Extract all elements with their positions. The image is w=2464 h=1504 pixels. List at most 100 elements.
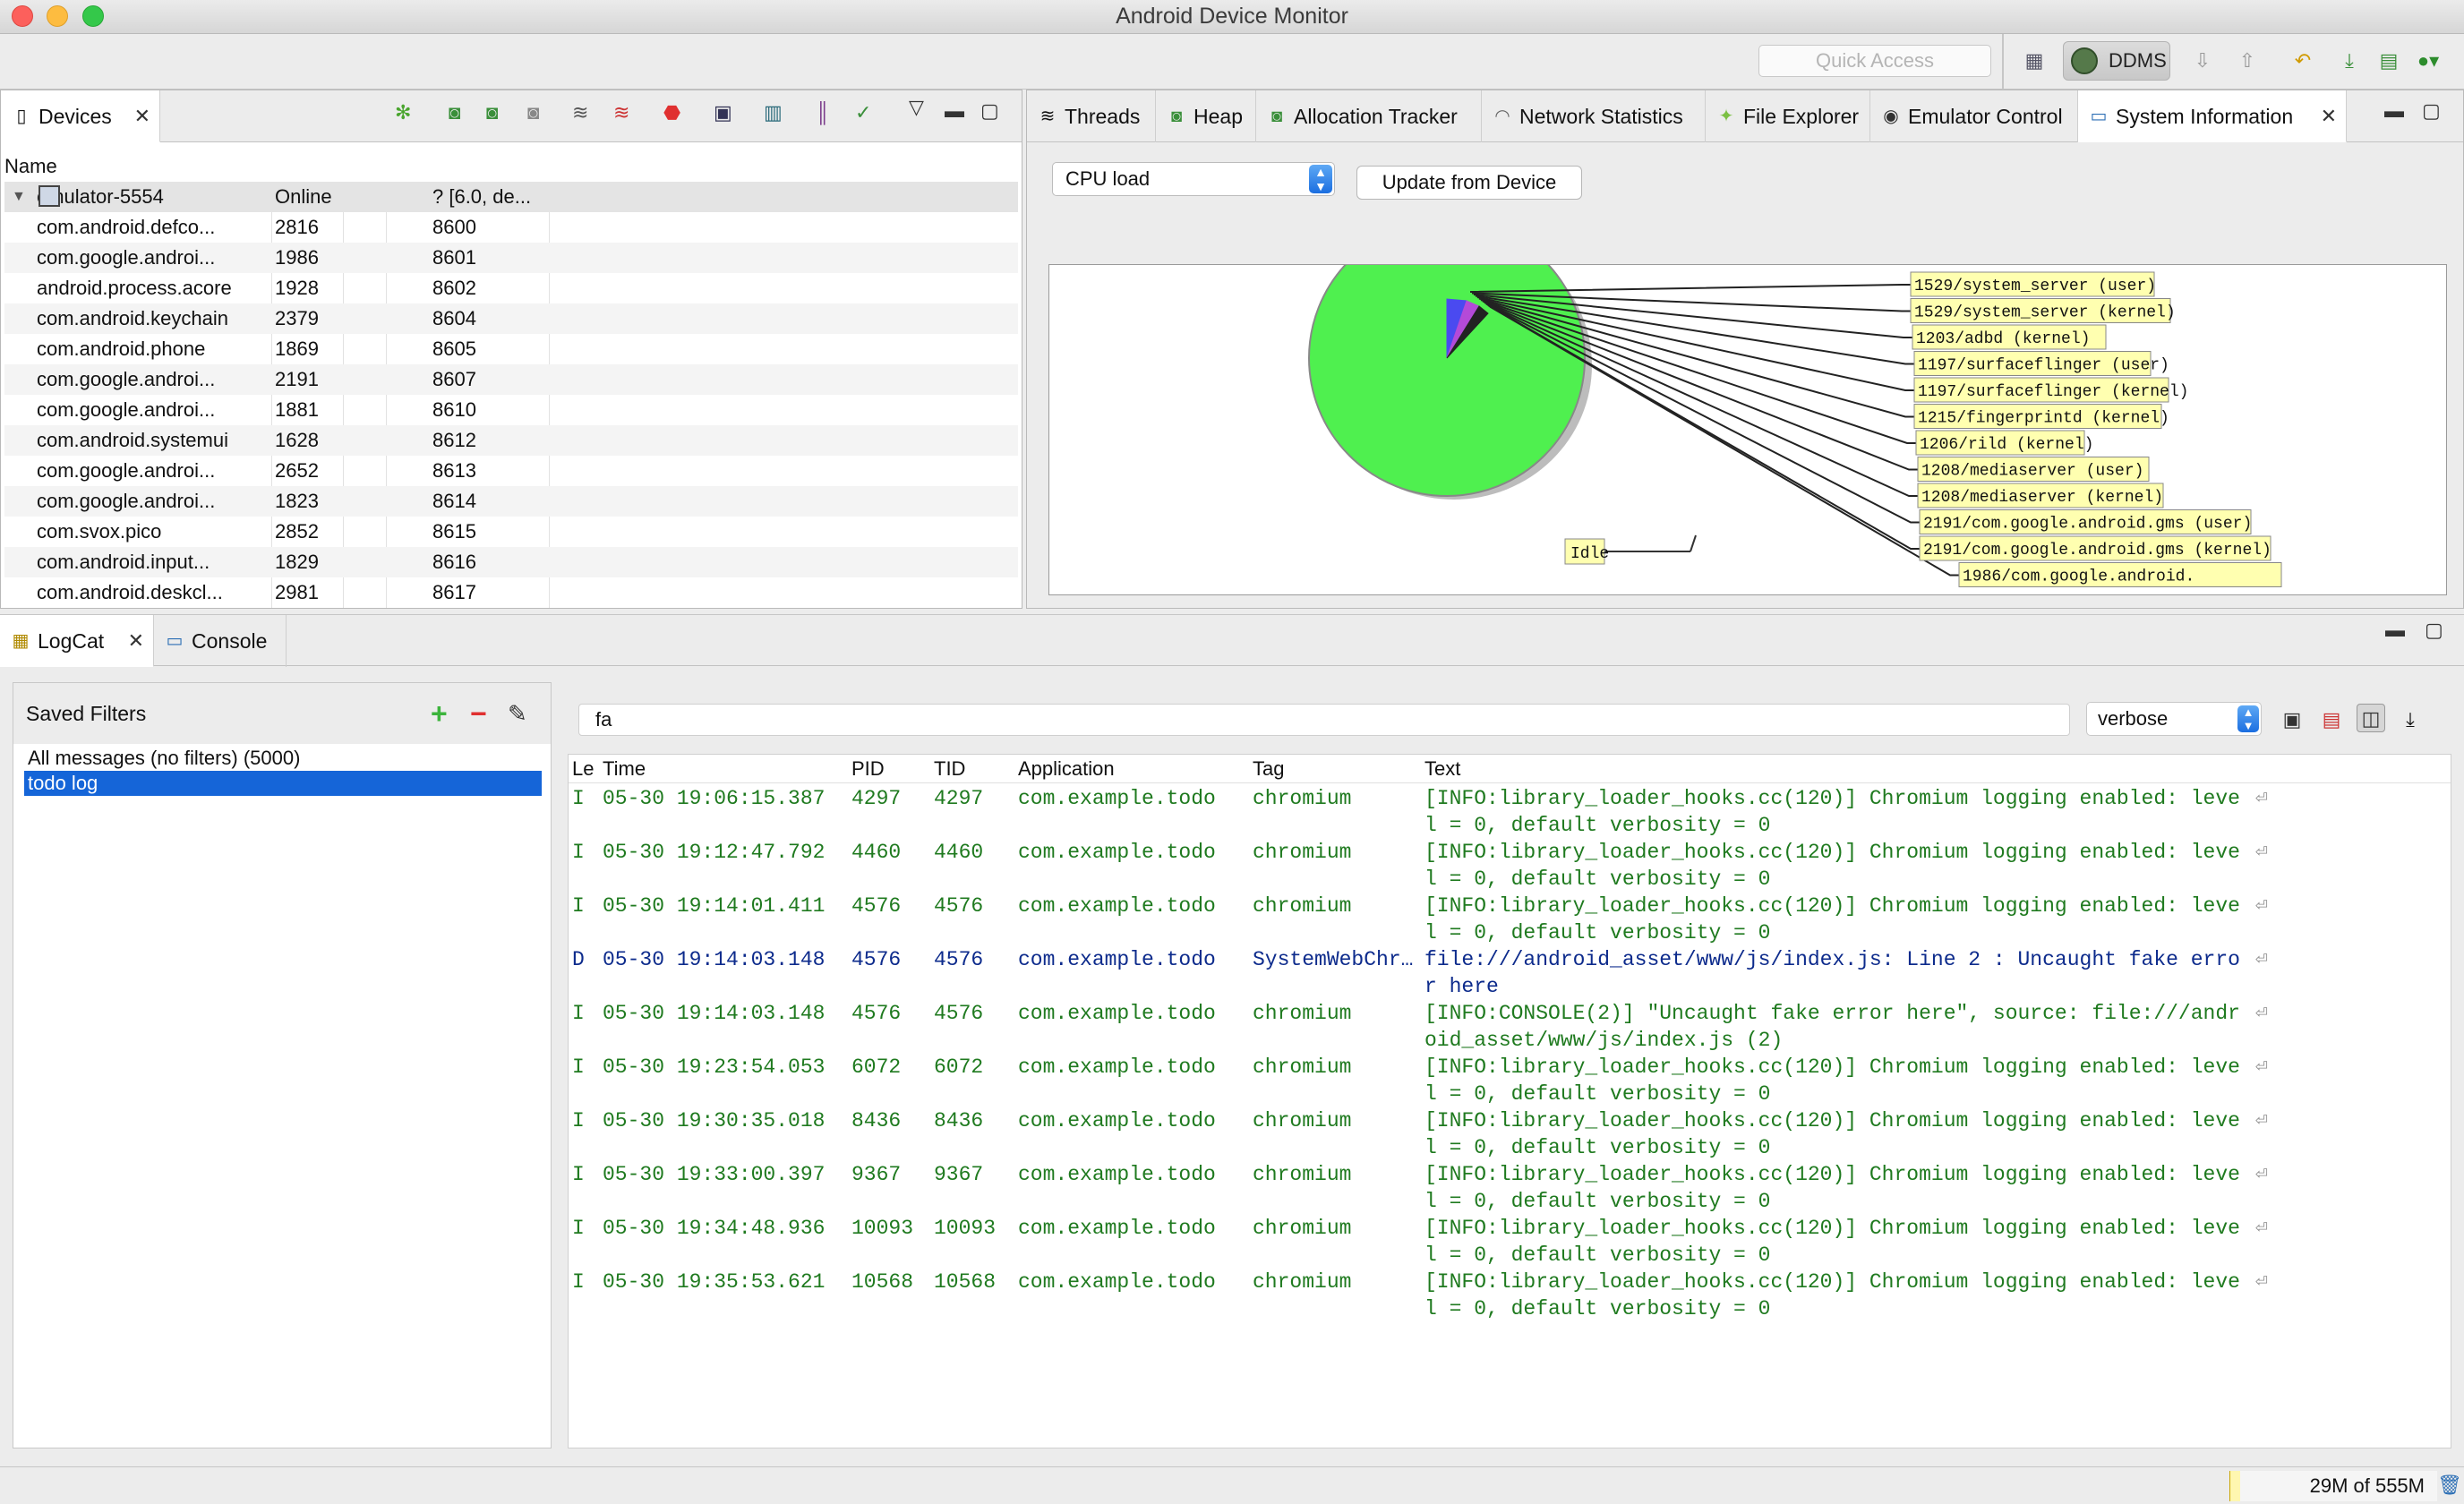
process-row[interactable]: com.android.deskcl... 2981 8617 bbox=[4, 577, 1018, 608]
tab-console[interactable]: ▭ Console bbox=[154, 615, 287, 667]
heap-status[interactable]: 29M of 555M bbox=[2229, 1471, 2437, 1501]
column-header-name[interactable]: Name bbox=[4, 151, 270, 182]
run-icon[interactable]: ●▾ bbox=[2414, 47, 2443, 75]
sysinfo-type-select[interactable]: CPU load ▲ ▼ bbox=[1052, 162, 1335, 196]
tab-heap[interactable]: ◙ Heap bbox=[1156, 90, 1256, 142]
log-row[interactable]: I 05-30 19:14:03.148 4576 4576 com.example.t… bbox=[569, 1000, 2451, 1054]
log-application: com.example.todo bbox=[1018, 1163, 1216, 1186]
log-level: I bbox=[572, 1109, 585, 1132]
minimize-panel-icon[interactable]: ▬ bbox=[945, 99, 964, 123]
column-header-text[interactable]: Text bbox=[1424, 755, 1460, 783]
tab-network-statistics[interactable]: ◠ Network Statistics bbox=[1482, 90, 1706, 142]
tab-logcat[interactable]: ▦ LogCat ✕ bbox=[0, 615, 154, 667]
process-row[interactable]: com.google.androi... 1881 8610 bbox=[4, 395, 1018, 425]
process-row[interactable]: com.svox.pico 2852 8615 bbox=[4, 517, 1018, 547]
tab-system-information[interactable]: ▭ System Information ✕ bbox=[2078, 90, 2347, 142]
log-row[interactable]: I 05-30 19:12:47.792 4460 4460 com.example.t… bbox=[569, 839, 2451, 893]
stop-process-icon[interactable]: ⬣ bbox=[663, 101, 680, 124]
column-header-application[interactable]: Application bbox=[1018, 755, 1115, 783]
column-header-tid[interactable]: TID bbox=[934, 755, 965, 783]
view-menu-icon[interactable]: ▽ bbox=[909, 96, 924, 119]
close-icon[interactable]: ✕ bbox=[128, 615, 144, 667]
trash-gc-icon[interactable]: 🗑 bbox=[2435, 1471, 2464, 1500]
log-table[interactable]: Le Time PID TID Application Tag Text I 05… bbox=[568, 754, 2451, 1448]
maximize-panel-icon[interactable]: ▢ bbox=[980, 99, 999, 123]
tab-file-explorer[interactable]: ✦ File Explorer bbox=[1706, 90, 1870, 142]
screen-capture-icon[interactable]: ▣ bbox=[714, 101, 732, 124]
log-row[interactable]: I 05-30 19:33:00.397 9367 9367 com.example.t… bbox=[569, 1161, 2451, 1215]
process-row[interactable]: com.android.keychain 2379 8604 bbox=[4, 303, 1018, 334]
log-application: com.example.todo bbox=[1018, 1109, 1216, 1132]
process-row[interactable]: com.google.androi... 1986 8601 bbox=[4, 243, 1018, 273]
tab-threads[interactable]: ≋ Threads bbox=[1027, 90, 1156, 142]
process-row[interactable]: com.android.systemui 1628 8612 bbox=[4, 425, 1018, 456]
log-level: I bbox=[572, 1002, 585, 1025]
log-row[interactable]: I 05-30 19:14:01.411 4576 4576 com.example.t… bbox=[569, 893, 2451, 946]
systrace-icon[interactable]: ║ bbox=[816, 101, 830, 124]
log-row[interactable]: I 05-30 19:23:54.053 6072 6072 com.example.t… bbox=[569, 1054, 2451, 1107]
device-row[interactable]: emulator-5554 ▼ Online ? [6.0, de... bbox=[4, 182, 1018, 212]
log-row[interactable]: I 05-30 19:30:35.018 8436 8436 com.example.t… bbox=[569, 1107, 2451, 1161]
column-header-pid[interactable]: PID bbox=[851, 755, 885, 783]
process-row[interactable]: com.android.defco... 2816 8600 bbox=[4, 212, 1018, 243]
tab-devices[interactable]: ▯ Devices ✕ bbox=[1, 90, 160, 142]
clear-log-icon[interactable]: ▤ bbox=[2317, 705, 2346, 734]
log-row[interactable]: D 05-30 19:14:03.148 4576 4576 com.example.t… bbox=[569, 946, 2451, 1000]
next-annotation-icon[interactable]: ⇩ bbox=[2188, 47, 2217, 75]
maximize-panel-icon[interactable]: ▢ bbox=[2422, 99, 2441, 123]
process-row[interactable]: com.google.androi... 2191 8607 bbox=[4, 364, 1018, 395]
phone-icon: ▯ bbox=[16, 107, 27, 126]
opengl-trace-icon[interactable]: ✓ bbox=[855, 101, 871, 124]
logcat-search-input[interactable]: fa bbox=[578, 704, 2070, 736]
tab-emulator-control[interactable]: ◉ Emulator Control bbox=[1870, 90, 2078, 142]
maximize-panel-icon[interactable]: ▢ bbox=[2425, 619, 2443, 642]
update-from-device-button[interactable]: Update from Device bbox=[1356, 166, 1582, 200]
add-filter-icon[interactable]: + bbox=[431, 683, 448, 744]
sdk-manager-icon[interactable]: ⤓ bbox=[2335, 47, 2364, 75]
ddms-perspective-button[interactable]: DDMS bbox=[2063, 41, 2170, 81]
wrap-icon: ⏎ bbox=[2255, 841, 2268, 864]
expand-triangle-icon[interactable]: ▼ bbox=[12, 182, 26, 212]
avd-manager-icon[interactable]: ▤ bbox=[2374, 47, 2403, 75]
idle-label: Idle bbox=[1570, 545, 1609, 563]
scroll-lock-icon[interactable]: ⤓ bbox=[2396, 705, 2425, 734]
process-name: com.google.androi... bbox=[37, 490, 216, 512]
column-header-time[interactable]: Time bbox=[603, 755, 646, 783]
devices-table[interactable]: Name emulator-5554 ▼ Online ? [6.0, de..… bbox=[4, 151, 1018, 608]
log-row[interactable]: I 05-30 19:34:48.936 10093 10093 com.example… bbox=[569, 1215, 2451, 1269]
debug-icon[interactable]: ✻ bbox=[395, 101, 411, 124]
log-row[interactable]: I 05-30 19:06:15.387 4297 4297 com.example.t… bbox=[569, 785, 2451, 839]
column-header-tag[interactable]: Tag bbox=[1253, 755, 1284, 783]
process-row[interactable]: com.google.androi... 1823 8614 bbox=[4, 486, 1018, 517]
wrap-icon: ⏎ bbox=[2255, 1002, 2268, 1025]
save-log-icon[interactable]: ▣ bbox=[2278, 705, 2306, 734]
process-row[interactable]: com.google.androi... 2652 8613 bbox=[4, 456, 1018, 486]
dump-view-hierarchy-icon[interactable]: ▥ bbox=[764, 101, 783, 124]
toggle-filters-icon[interactable]: ◫ bbox=[2357, 704, 2385, 732]
update-heap-icon[interactable]: ◙ bbox=[449, 101, 460, 124]
cause-gc-icon[interactable]: ◙ bbox=[527, 101, 539, 124]
process-row[interactable]: android.process.acore 1928 8602 bbox=[4, 273, 1018, 303]
filter-todo-log[interactable]: todo log bbox=[24, 771, 542, 796]
open-perspective-icon[interactable]: ▦ bbox=[2020, 47, 2049, 75]
dump-hprof-icon[interactable]: ◙ bbox=[486, 101, 498, 124]
remove-filter-icon[interactable]: − bbox=[470, 683, 487, 744]
back-arrow-icon[interactable]: ↶ bbox=[2289, 47, 2317, 75]
edit-filter-icon[interactable]: ✎ bbox=[508, 683, 527, 744]
quick-access-input[interactable]: Quick Access bbox=[1758, 45, 1991, 77]
tab-allocation-tracker[interactable]: ◙ Allocation Tracker bbox=[1256, 90, 1482, 142]
update-threads-icon[interactable]: ≋ bbox=[572, 101, 588, 124]
log-row[interactable]: I 05-30 19:35:53.621 10568 10568 com.example… bbox=[569, 1269, 2451, 1322]
column-header-level[interactable]: Le bbox=[572, 755, 594, 783]
minimize-panel-icon[interactable]: ▬ bbox=[2385, 619, 2405, 642]
close-icon[interactable]: ✕ bbox=[134, 90, 150, 142]
log-level-select[interactable]: verbose ▲ ▼ bbox=[2086, 702, 2262, 736]
log-pid: 4576 bbox=[851, 894, 902, 918]
previous-annotation-icon[interactable]: ⇧ bbox=[2233, 47, 2262, 75]
filter-all-messages[interactable]: All messages (no filters) (5000) bbox=[24, 746, 542, 771]
process-row[interactable]: com.android.phone 1869 8605 bbox=[4, 334, 1018, 364]
method-profiling-icon[interactable]: ≋ bbox=[613, 101, 629, 124]
process-row[interactable]: com.android.input... 1829 8616 bbox=[4, 547, 1018, 577]
minimize-panel-icon[interactable]: ▬ bbox=[2384, 99, 2404, 123]
close-icon[interactable]: ✕ bbox=[2321, 90, 2337, 142]
